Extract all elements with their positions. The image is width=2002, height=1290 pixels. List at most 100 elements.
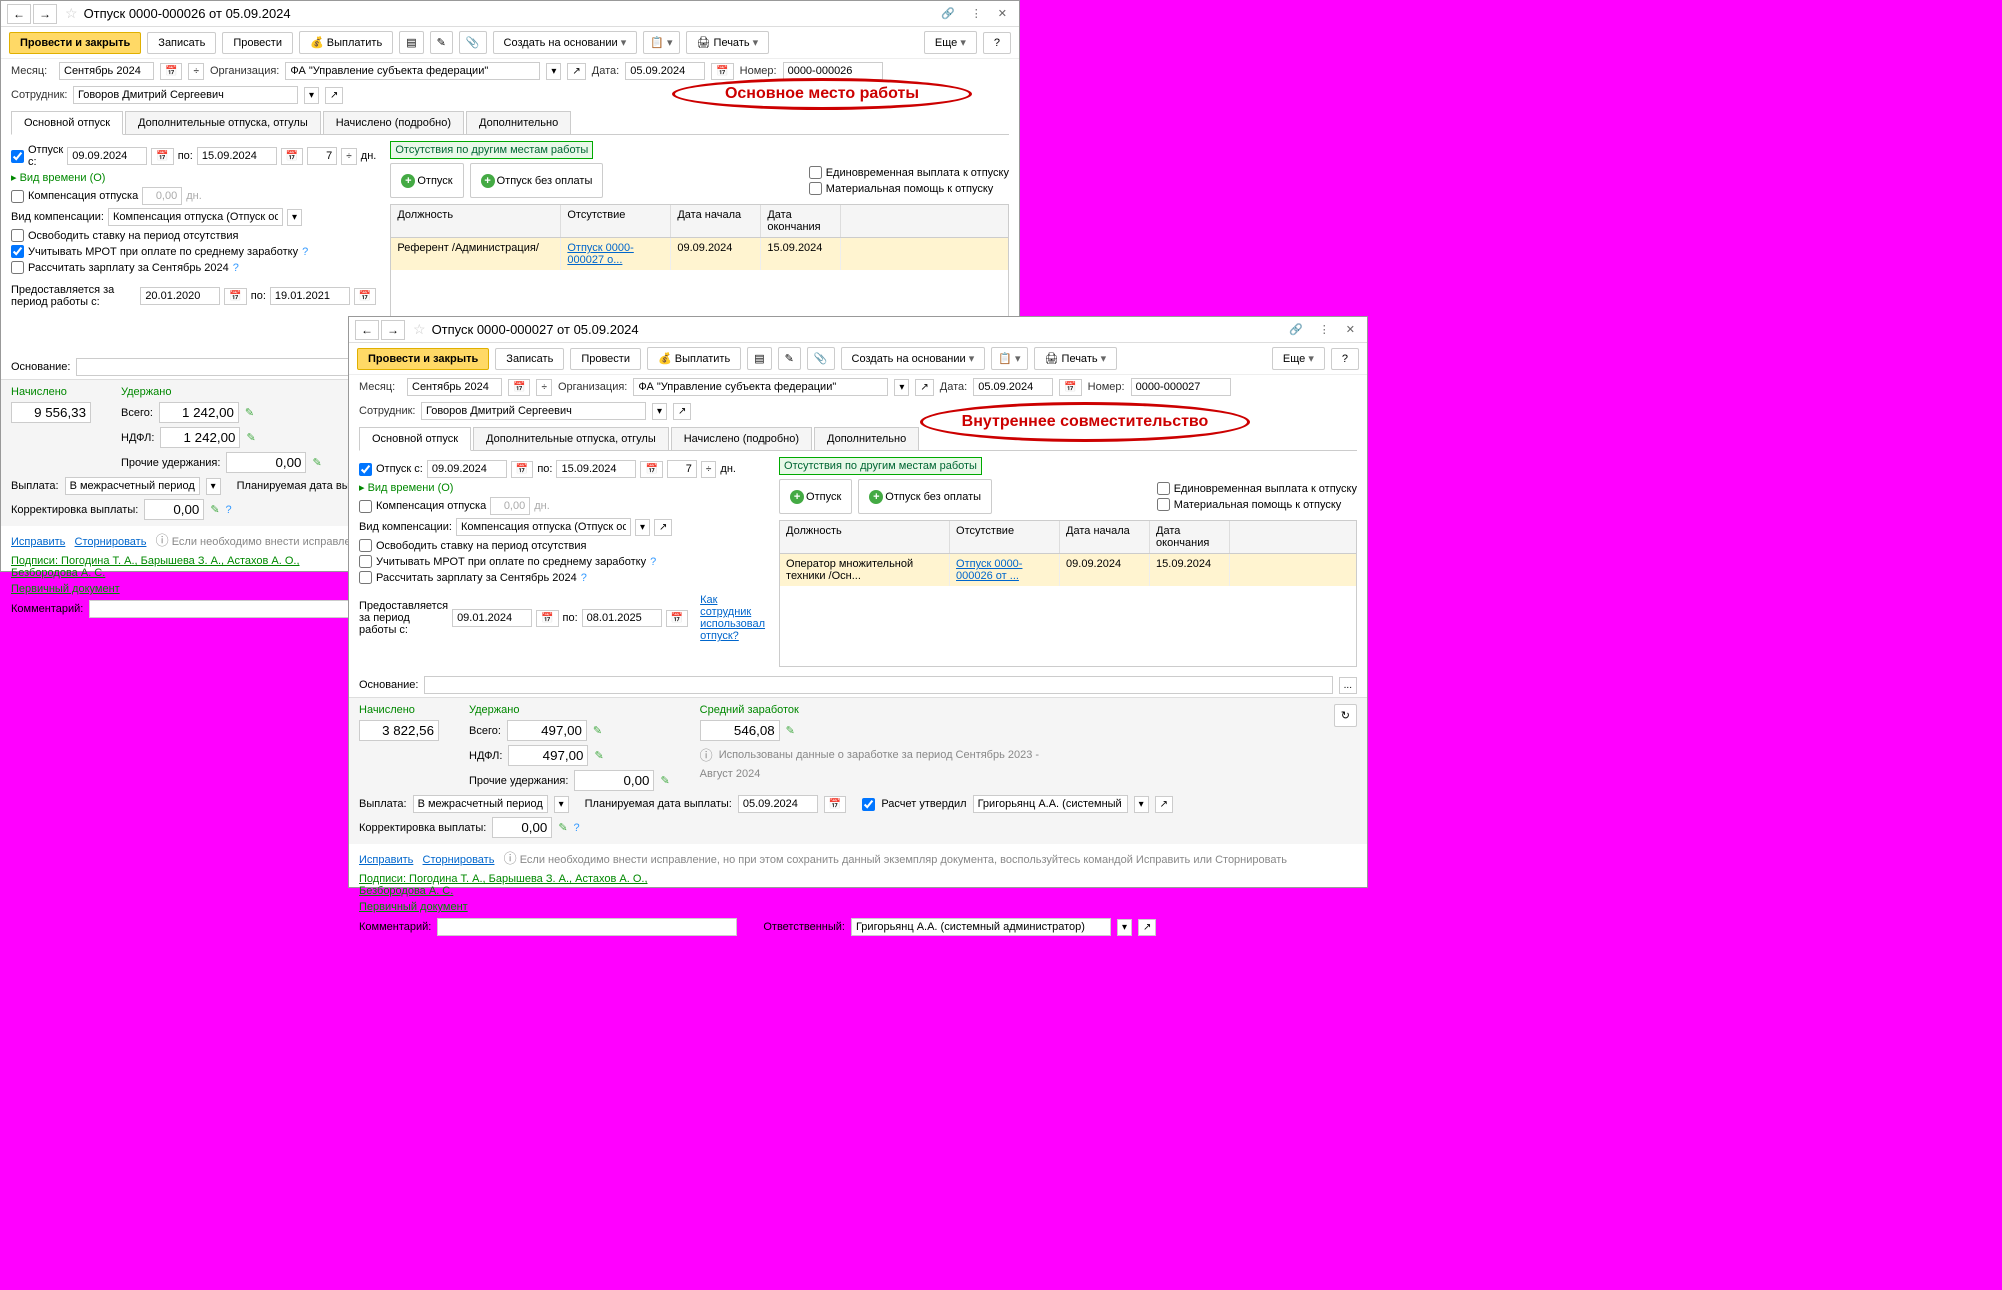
org-dropdown[interactable]: ▾ <box>894 379 909 396</box>
forward-button[interactable]: → <box>33 4 57 24</box>
period-to-cal[interactable]: 📅 <box>666 610 688 627</box>
signatures-link2[interactable]: Безбородова А. С. <box>11 567 105 579</box>
back-button[interactable]: ← <box>355 320 379 340</box>
planned-input[interactable] <box>738 795 818 813</box>
approved-dd[interactable]: ▾ <box>1134 796 1149 813</box>
other-input[interactable] <box>574 770 654 791</box>
fix-link[interactable]: Исправить <box>359 854 413 866</box>
org-open[interactable]: ↗ <box>915 379 933 396</box>
tab-extra[interactable]: Дополнительно <box>814 427 919 450</box>
post-button[interactable]: Провести <box>222 32 293 54</box>
resp-input[interactable] <box>851 918 1111 936</box>
tab-main-vacation[interactable]: Основной отпуск <box>11 111 123 135</box>
vac-from-input[interactable] <box>67 147 147 165</box>
period-to-input[interactable] <box>582 609 662 627</box>
emp-input[interactable] <box>73 86 298 104</box>
pencil-icon[interactable] <box>210 503 219 516</box>
vac-from-cal[interactable]: 📅 <box>151 148 173 165</box>
pencil-icon[interactable] <box>312 456 321 469</box>
calc-salary-checkbox[interactable] <box>359 571 372 584</box>
table-row[interactable]: Оператор множительной техники /Осн... От… <box>780 554 1356 586</box>
vac-to-cal[interactable]: 📅 <box>281 148 303 165</box>
fix-link[interactable]: Исправить <box>11 536 65 548</box>
back-button[interactable]: ← <box>7 4 31 24</box>
post-close-button[interactable]: Провести и закрыть <box>9 32 141 54</box>
create-based-button[interactable]: Создать на основании <box>841 347 986 370</box>
usage-link[interactable]: Как сотрудник использовал отпуск? <box>700 594 765 642</box>
pay-button[interactable]: 💰 Выплатить <box>299 31 393 54</box>
emp-input[interactable] <box>421 402 646 420</box>
pencil-icon[interactable] <box>593 724 602 737</box>
help-icon[interactable]: ? <box>233 262 239 274</box>
copy-dropdown-button[interactable]: 📋 <box>991 347 1027 370</box>
corr-input[interactable] <box>144 499 204 520</box>
tab-accrued[interactable]: Начислено (подробно) <box>671 427 812 450</box>
signatures-link[interactable]: Подписи: Погодина Т. А., Барышева З. А.,… <box>359 873 648 885</box>
corr-input[interactable] <box>492 817 552 838</box>
payout-dd[interactable]: ▾ <box>206 478 221 495</box>
pencil-icon[interactable] <box>786 724 795 737</box>
pencil-icon[interactable] <box>558 821 567 834</box>
link-icon[interactable]: 🔗 <box>935 5 961 22</box>
period-to-cal[interactable]: 📅 <box>354 288 376 305</box>
total-input[interactable] <box>159 402 239 423</box>
days-input[interactable] <box>667 460 697 478</box>
org-input[interactable] <box>633 378 888 396</box>
signatures-link[interactable]: Подписи: Погодина Т. А., Барышева З. А.,… <box>11 555 300 567</box>
emp-open[interactable]: ↗ <box>673 403 691 420</box>
pen-icon-button[interactable]: ✎ <box>430 31 453 54</box>
date-input[interactable] <box>973 378 1053 396</box>
list-icon-button[interactable]: ▤ <box>747 347 771 370</box>
tab-main-vacation[interactable]: Основной отпуск <box>359 427 471 451</box>
date-calendar[interactable]: 📅 <box>1059 379 1081 396</box>
print-button[interactable]: 🖨 Печать <box>686 31 770 54</box>
link-icon[interactable]: 🔗 <box>1283 321 1309 338</box>
storno-link[interactable]: Сторнировать <box>75 536 147 548</box>
num-input[interactable] <box>1131 378 1231 396</box>
comment-input[interactable] <box>437 918 737 936</box>
date-input[interactable] <box>625 62 705 80</box>
forward-button[interactable]: → <box>381 320 405 340</box>
add-unpaid-button[interactable]: +Отпуск без оплаты <box>858 479 992 514</box>
mrot-checkbox[interactable] <box>11 245 24 258</box>
tab-accrued[interactable]: Начислено (подробно) <box>323 111 464 134</box>
close-icon[interactable]: ✕ <box>1340 321 1361 338</box>
month-calendar-button[interactable]: 📅 <box>160 63 182 80</box>
vac-to-input[interactable] <box>556 460 636 478</box>
approved-open[interactable]: ↗ <box>1155 796 1173 813</box>
month-input[interactable] <box>59 62 154 80</box>
row-absence-link[interactable]: Отпуск 0000-000026 от ... <box>956 558 1022 582</box>
pay-button[interactable]: 💰 Выплатить <box>647 347 741 370</box>
emp-open[interactable]: ↗ <box>325 87 343 104</box>
add-vacation-button[interactable]: +Отпуск <box>390 163 463 198</box>
table-row[interactable]: Референт /Администрация/ Отпуск 0000-000… <box>391 238 1008 270</box>
approved-input[interactable] <box>973 795 1128 813</box>
add-vacation-button[interactable]: +Отпуск <box>779 479 852 514</box>
help-icon[interactable]: ? <box>226 504 232 516</box>
material-checkbox[interactable] <box>1157 498 1170 511</box>
row-absence-link[interactable]: Отпуск 0000-000027 о... <box>567 242 633 266</box>
tab-additional[interactable]: Дополнительные отпуска, отгулы <box>473 427 669 450</box>
reason-input[interactable] <box>424 676 1332 694</box>
vac-to-input[interactable] <box>197 147 277 165</box>
close-icon[interactable]: ✕ <box>992 5 1013 22</box>
pencil-icon[interactable] <box>594 749 603 762</box>
days-stepper[interactable]: ÷ <box>341 148 357 165</box>
signatures-link2[interactable]: Безбородова А. С. <box>359 885 453 897</box>
comp-days-input[interactable] <box>490 497 530 515</box>
onetime-checkbox[interactable] <box>809 166 822 179</box>
resp-dd[interactable]: ▾ <box>1117 919 1132 936</box>
emp-dropdown[interactable]: ▾ <box>304 87 319 104</box>
emp-dropdown[interactable]: ▾ <box>652 403 667 420</box>
days-input[interactable] <box>307 147 337 165</box>
post-close-button[interactable]: Провести и закрыть <box>357 348 489 370</box>
month-stepper[interactable]: ÷ <box>188 63 204 80</box>
attach-icon-button[interactable]: 📎 <box>807 347 835 370</box>
org-input[interactable] <box>285 62 540 80</box>
payout-dd[interactable]: ▾ <box>554 796 569 813</box>
days-stepper[interactable]: ÷ <box>701 461 717 478</box>
compensation-checkbox[interactable] <box>359 500 372 513</box>
list-icon-button[interactable]: ▤ <box>399 31 423 54</box>
star-icon[interactable]: ☆ <box>413 321 426 338</box>
calc-salary-checkbox[interactable] <box>11 261 24 274</box>
